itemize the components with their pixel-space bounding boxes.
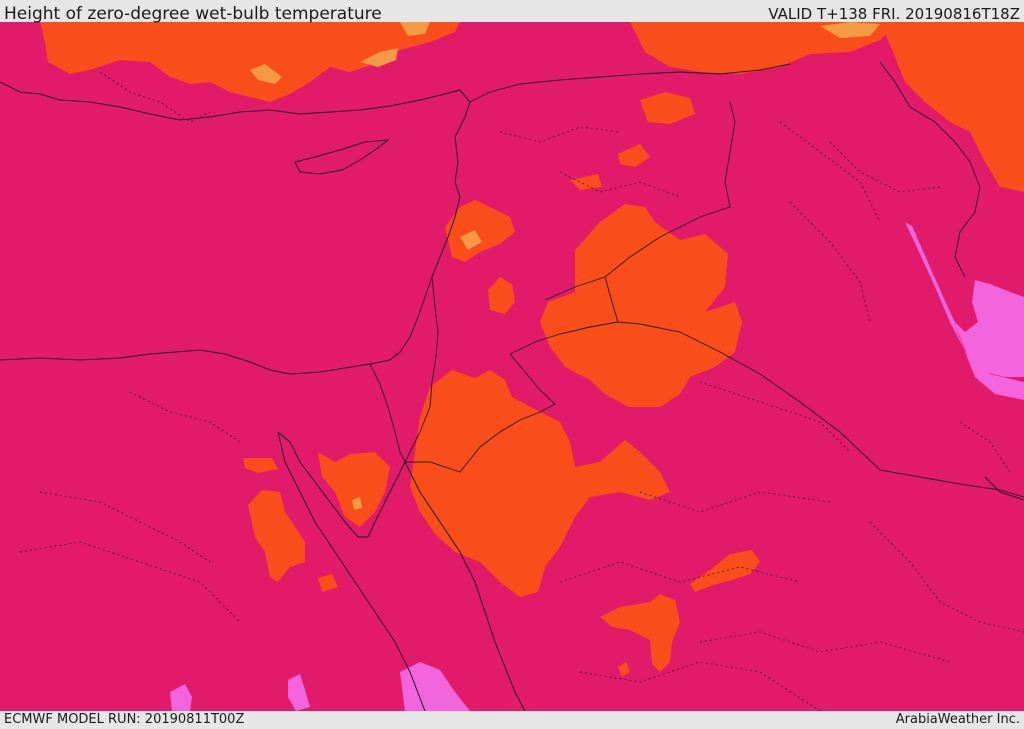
- model-run-label: ECMWF MODEL RUN: 20190811T00Z: [4, 712, 245, 727]
- map-title: Height of zero-degree wet-bulb temperatu…: [4, 4, 382, 24]
- field-background: [0, 22, 1024, 711]
- valid-time-label: VALID T+138 FRI. 20190816T18Z: [768, 5, 1020, 23]
- credit-label: ArabiaWeather Inc.: [895, 712, 1020, 727]
- map-frame: Height of zero-degree wet-bulb temperatu…: [0, 0, 1024, 729]
- weather-map: [0, 22, 1024, 711]
